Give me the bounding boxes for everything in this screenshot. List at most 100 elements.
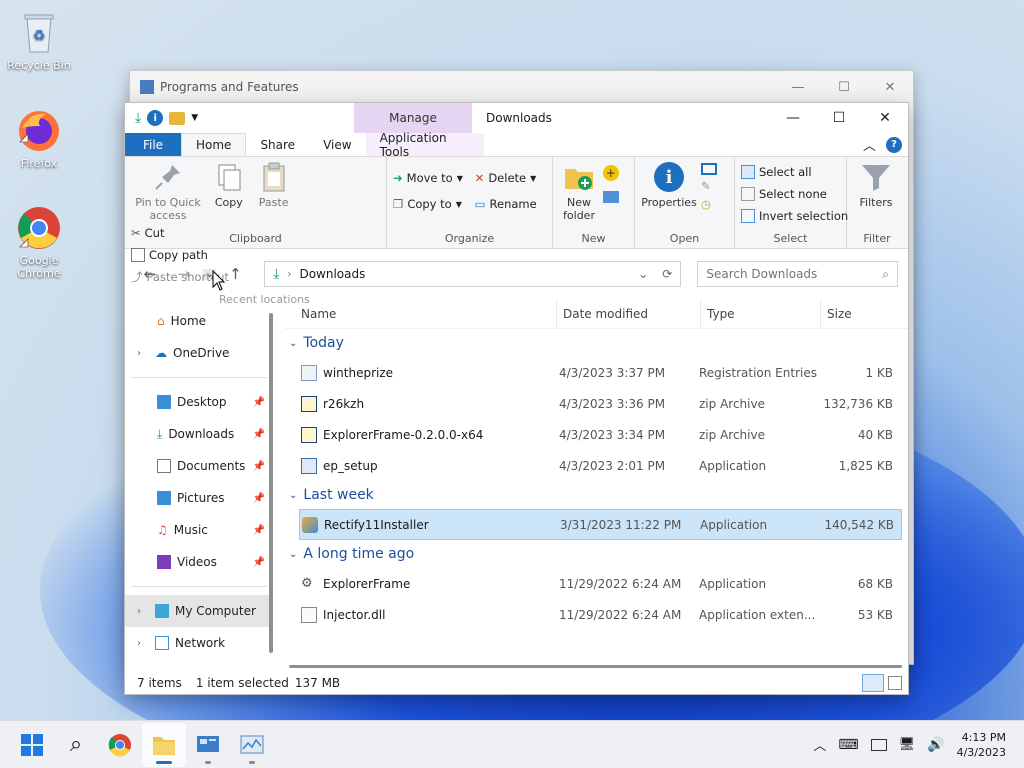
- group-header-last-week[interactable]: ⌄ Last week: [285, 481, 908, 509]
- show-hidden-icons-icon[interactable]: ︿: [813, 735, 826, 754]
- status-bar: 7 items 1 item selected 137 MB: [125, 672, 908, 694]
- file-row[interactable]: r26kzh 4/3/2023 3:36 PM zip Archive 132,…: [285, 388, 908, 419]
- new-item-icon[interactable]: +: [602, 165, 619, 181]
- nav-item-videos[interactable]: Videos 📌: [125, 546, 273, 578]
- maximize-button[interactable]: ☐: [816, 103, 862, 133]
- properties-button[interactable]: i Properties: [641, 161, 697, 209]
- group-header-today[interactable]: ⌄ Today: [285, 329, 908, 357]
- rename-button[interactable]: ▭ Rename: [475, 195, 537, 213]
- window-title: Downloads: [486, 111, 552, 125]
- desktop-icon-chrome[interactable]: Google Chrome: [4, 205, 74, 280]
- breadcrumb-downloads[interactable]: Downloads: [299, 267, 365, 281]
- file-row[interactable]: Injector.dll 11/29/2022 6:24 AM Applicat…: [285, 599, 908, 630]
- tab-share[interactable]: Share: [246, 133, 309, 156]
- minimize-button[interactable]: —: [775, 80, 821, 95]
- nav-item-downloads[interactable]: ⤓ Downloads 📌: [125, 418, 273, 450]
- minimize-button[interactable]: —: [770, 103, 816, 133]
- nav-item-home[interactable]: ⌂ Home: [125, 305, 273, 337]
- maximize-button[interactable]: ☐: [821, 80, 867, 95]
- select-none-button[interactable]: Select none: [741, 185, 848, 203]
- taskbar-chrome[interactable]: [98, 723, 142, 767]
- help-icon[interactable]: ?: [886, 136, 902, 153]
- videos-icon: [157, 555, 171, 569]
- search-icon[interactable]: ⌕: [882, 267, 889, 282]
- start-button[interactable]: [10, 723, 54, 767]
- invert-selection-button[interactable]: Invert selection: [741, 207, 848, 225]
- open-icon[interactable]: [700, 163, 717, 175]
- nav-item-desktop[interactable]: Desktop 📌: [125, 386, 273, 418]
- close-button[interactable]: ✕: [867, 80, 913, 95]
- refresh-icon[interactable]: ⟳: [662, 267, 672, 281]
- address-bar[interactable]: ⤓ › Downloads ⌄ ⟳: [264, 261, 682, 287]
- column-type[interactable]: Type: [701, 299, 821, 328]
- move-to-button[interactable]: ➔ Move to ▼: [393, 169, 463, 187]
- tab-file[interactable]: File: [125, 133, 181, 156]
- file-row[interactable]: ⚙ ExplorerFrame 11/29/2022 6:24 AM Applic…: [285, 568, 908, 599]
- ribbon-group-filter: Filters Filter: [847, 157, 907, 248]
- file-row[interactable]: ep_setup 4/3/2023 2:01 PM Application 1,…: [285, 450, 908, 481]
- selection-size: 137 MB: [294, 676, 341, 690]
- tab-home[interactable]: Home: [181, 133, 247, 156]
- nav-item-my-computer[interactable]: › My Computer: [125, 595, 273, 627]
- ribbon-group-organize: ➔ Move to ▼ ❐ Copy to ▼ ✕ Delete ▼ ▭ Rename Org…: [387, 157, 553, 248]
- column-date-modified[interactable]: Date modified: [557, 299, 701, 328]
- network-status-icon[interactable]: 🖥: [899, 737, 916, 752]
- copy-to-button[interactable]: ❐ Copy to ▼: [393, 195, 463, 213]
- copy-path-button[interactable]: Copy path: [131, 246, 229, 264]
- horizontal-scrollbar[interactable]: [289, 665, 902, 668]
- desktop-icon-recycle-bin[interactable]: ♻ Recycle Bin: [4, 10, 74, 72]
- pin-icon: [152, 161, 184, 193]
- tab-view[interactable]: View: [309, 133, 365, 156]
- nav-item-network[interactable]: › Network: [125, 627, 273, 659]
- select-all-button[interactable]: Select all: [741, 163, 848, 181]
- column-size[interactable]: Size: [821, 299, 901, 328]
- copy-to-icon: ❐: [393, 197, 404, 211]
- history-icon[interactable]: ◷: [701, 197, 717, 211]
- desktop-icon: [157, 395, 171, 409]
- properties-icon[interactable]: i: [147, 110, 164, 126]
- details-view-icon[interactable]: [862, 674, 884, 692]
- explorer-titlebar[interactable]: ⤓ i ▼ Manage Downloads — ☐ ✕: [125, 103, 908, 133]
- keyboard-icon[interactable]: ⌨: [838, 737, 858, 753]
- taskbar-file-explorer[interactable]: [142, 722, 186, 767]
- nav-item-music[interactable]: ♫ Music 📌: [125, 514, 273, 546]
- collapse-ribbon-icon[interactable]: ︿: [863, 135, 876, 154]
- search-button[interactable]: ⌕: [54, 723, 98, 767]
- file-explorer-window[interactable]: ⤓ i ▼ Manage Downloads — ☐ ✕ File Home S…: [124, 102, 909, 695]
- copy-button[interactable]: Copy: [209, 161, 249, 209]
- search-box[interactable]: ⌕: [697, 261, 899, 287]
- bg-window-titlebar[interactable]: Programs and Features — ☐ ✕: [130, 71, 913, 103]
- taskbar-control-panel[interactable]: [186, 723, 230, 767]
- address-dropdown-icon[interactable]: ⌄: [638, 267, 648, 281]
- taskbar-task-manager[interactable]: [230, 723, 274, 767]
- file-row-selected[interactable]: Rectify11Installer 3/31/2023 11:22 PM Ap…: [299, 509, 902, 540]
- svg-text:i: i: [666, 167, 673, 188]
- file-row[interactable]: wintheprize 4/3/2023 3:37 PM Registratio…: [285, 357, 908, 388]
- tablet-mode-icon[interactable]: [870, 738, 887, 751]
- clock[interactable]: 4:13 PM 4/3/2023: [957, 730, 1006, 760]
- search-input[interactable]: [706, 267, 883, 281]
- tab-application-tools[interactable]: Application Tools: [365, 131, 484, 159]
- new-folder-icon[interactable]: [169, 111, 186, 125]
- close-button[interactable]: ✕: [862, 103, 908, 133]
- delete-button[interactable]: ✕ Delete ▼: [475, 169, 537, 187]
- easy-access-icon[interactable]: [602, 191, 619, 203]
- new-folder-button[interactable]: New folder: [559, 161, 599, 222]
- desktop-icon-firefox[interactable]: Firefox: [4, 108, 74, 170]
- paste-button[interactable]: Paste: [253, 161, 295, 209]
- group-header-long-ago[interactable]: ⌄ A long time ago: [285, 540, 908, 568]
- volume-icon[interactable]: 🔊: [927, 737, 944, 753]
- pin-to-quick-access-button[interactable]: Pin to Quick access: [131, 161, 205, 222]
- nav-item-documents[interactable]: Documents 📌: [125, 450, 273, 482]
- edit-icon[interactable]: ✎: [701, 179, 717, 193]
- chevron-right-icon[interactable]: ›: [137, 638, 149, 649]
- filters-button[interactable]: Filters: [853, 161, 899, 209]
- qat-dropdown-icon[interactable]: ▼: [191, 113, 198, 123]
- column-name[interactable]: Name: [285, 299, 557, 328]
- file-row[interactable]: ExplorerFrame-0.2.0.0-x64 4/3/2023 3:34 …: [285, 419, 908, 450]
- nav-item-pictures[interactable]: Pictures 📌: [125, 482, 273, 514]
- chevron-right-icon[interactable]: ›: [137, 348, 149, 359]
- nav-item-onedrive[interactable]: › ☁ OneDrive: [125, 337, 273, 369]
- chevron-right-icon[interactable]: ›: [137, 606, 149, 617]
- large-icons-view-icon[interactable]: [888, 676, 902, 690]
